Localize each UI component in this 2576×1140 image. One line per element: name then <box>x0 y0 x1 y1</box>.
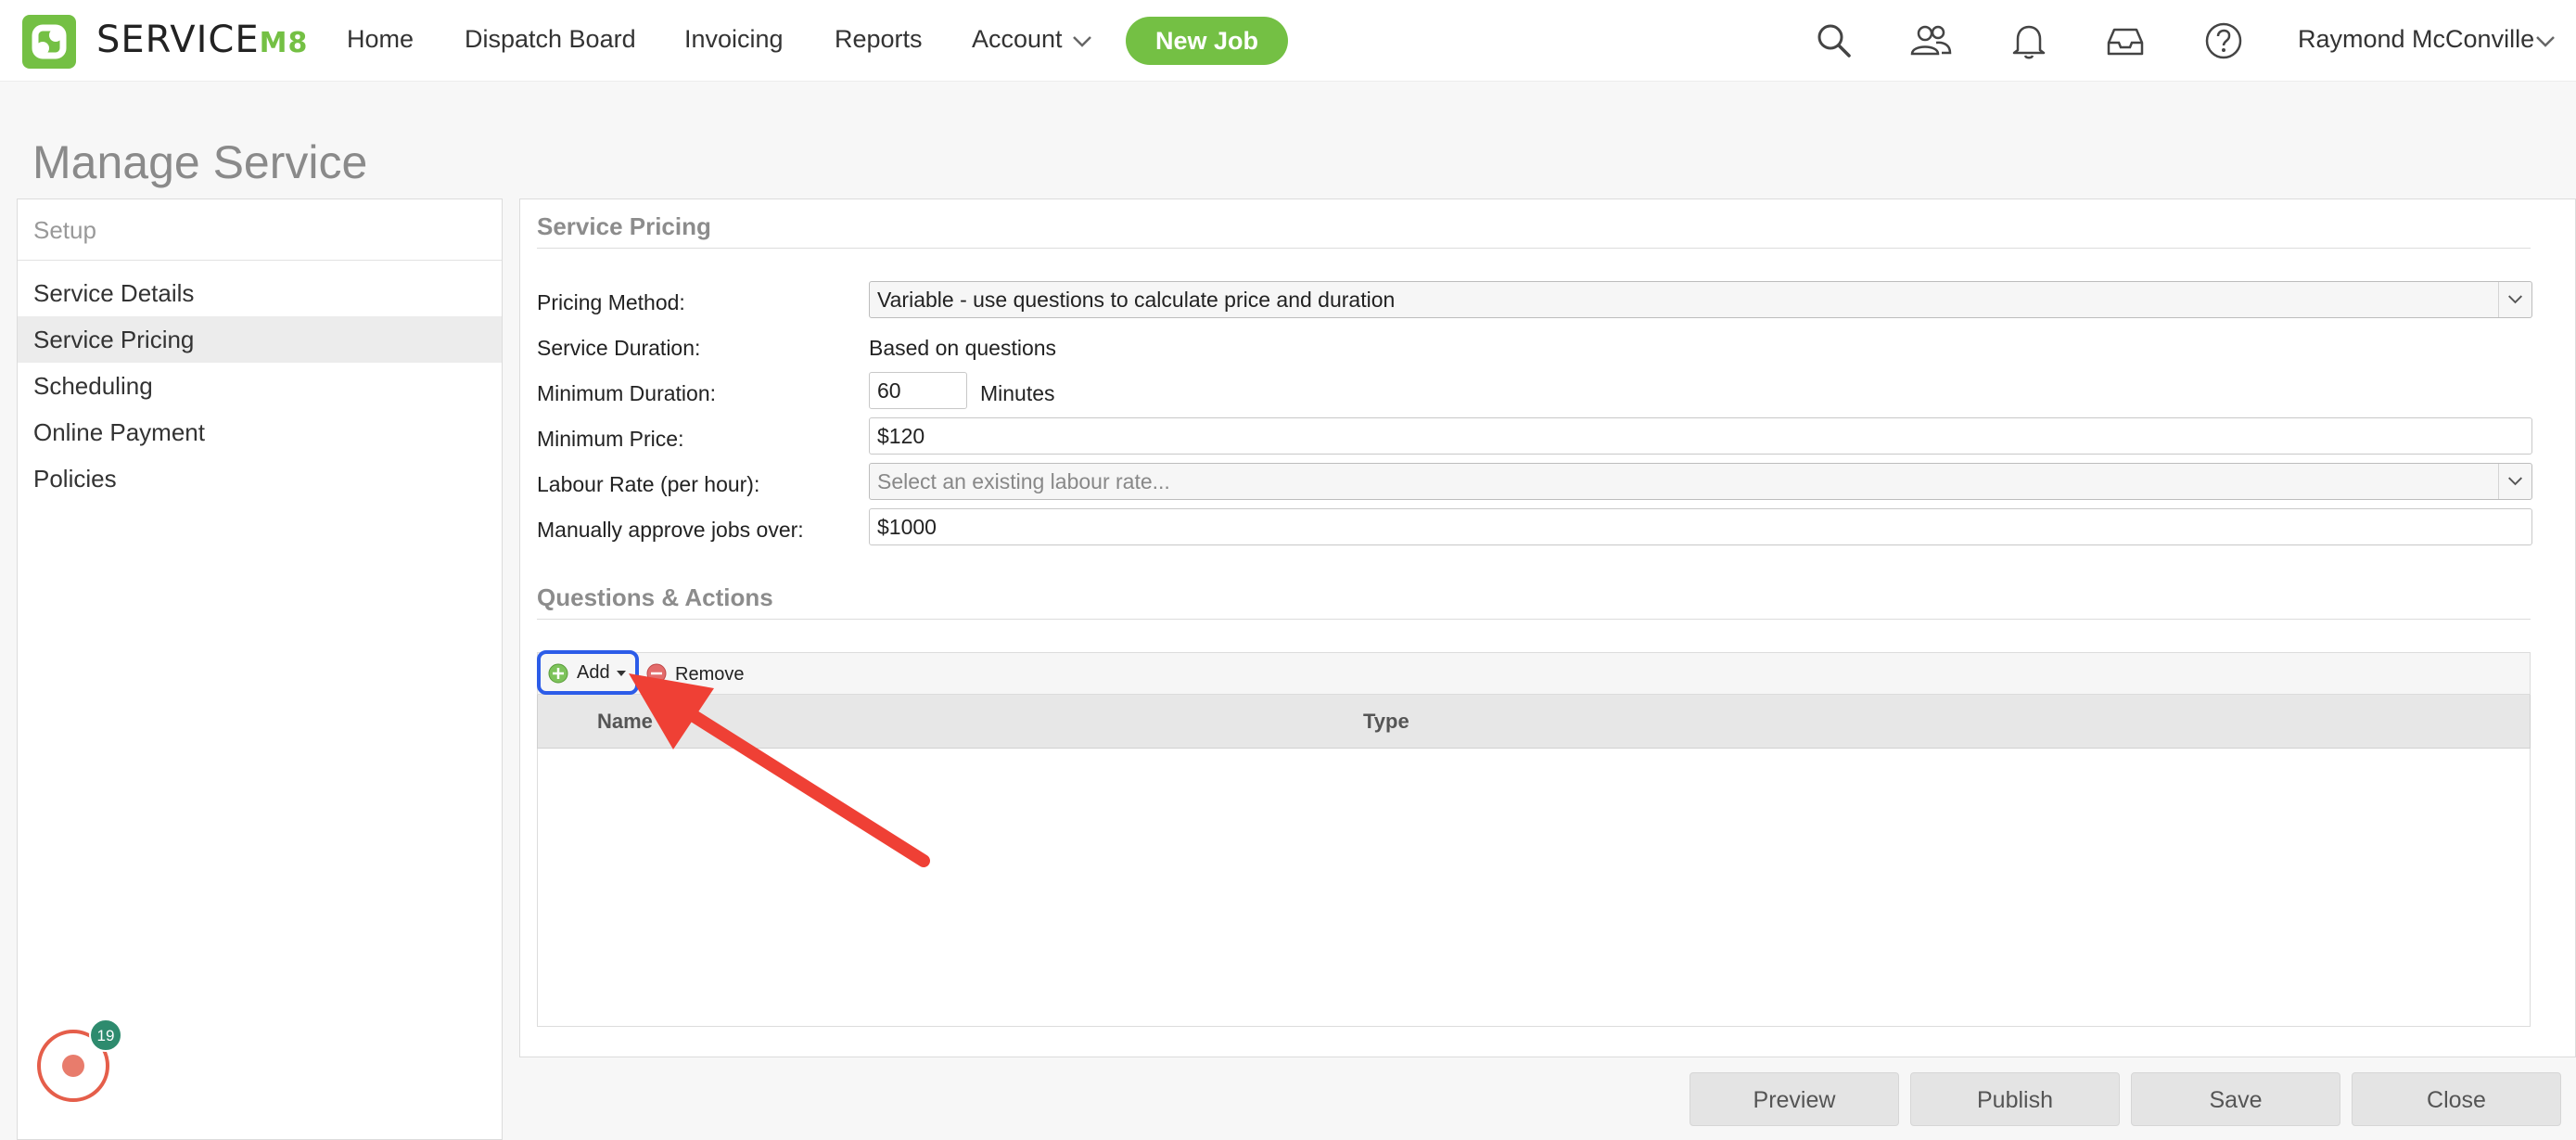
minimum-price-label: Minimum Price: <box>537 427 684 451</box>
chevron-down-icon[interactable] <box>2498 282 2531 317</box>
questions-actions-heading: Questions & Actions <box>537 583 773 611</box>
add-question-button[interactable] <box>537 650 639 695</box>
sidebar-item-scheduling[interactable]: Scheduling <box>18 363 502 409</box>
setup-sidebar: Setup Service Details Service Pricing Sc… <box>17 199 503 1140</box>
search-icon[interactable] <box>1812 19 1856 63</box>
nav-dispatch-board[interactable]: Dispatch Board <box>465 25 636 54</box>
sidebar-item-service-pricing[interactable]: Service Pricing <box>18 316 502 363</box>
bell-icon[interactable] <box>2007 19 2051 63</box>
service-duration-label: Service Duration: <box>537 336 701 360</box>
remove-circle-icon[interactable] <box>645 662 668 685</box>
save-button[interactable]: Save <box>2131 1072 2340 1126</box>
questions-toolbar: Add Remove <box>537 652 2531 695</box>
servicem8-logo-icon[interactable] <box>22 15 76 69</box>
labour-rate-select[interactable]: Select an existing labour rate... <box>869 463 2532 500</box>
user-menu[interactable]: Raymond McConville <box>2298 25 2534 54</box>
pricing-method-label: Pricing Method: <box>537 290 685 314</box>
nav-account[interactable]: Account <box>972 25 1063 54</box>
labour-rate-placeholder: Select an existing labour rate... <box>877 469 1170 493</box>
service-pricing-panel: Service Pricing Pricing Method: Variable… <box>519 199 2576 1057</box>
brand-suffix: M8 <box>259 27 309 59</box>
publish-button[interactable]: Publish <box>1910 1072 2120 1126</box>
close-button[interactable]: Close <box>2352 1072 2561 1126</box>
questions-table-header: Name Type <box>537 695 2531 749</box>
approve-jobs-label: Manually approve jobs over: <box>537 518 804 542</box>
column-header-type[interactable]: Type <box>1363 710 1409 734</box>
sidebar-item-policies[interactable]: Policies <box>18 455 502 502</box>
new-job-button[interactable]: New Job <box>1126 17 1288 65</box>
help-icon[interactable] <box>2201 19 2246 63</box>
nav-invoicing[interactable]: Invoicing <box>684 25 784 54</box>
chat-notification-badge: 19 <box>89 1018 122 1052</box>
account-chevron-down-icon[interactable] <box>1070 30 1094 54</box>
page-title: Manage Service <box>32 136 368 188</box>
preview-button[interactable]: Preview <box>1690 1072 1899 1126</box>
service-pricing-heading: Service Pricing <box>537 212 711 240</box>
minimum-duration-unit: Minutes <box>980 381 1055 405</box>
approve-jobs-input[interactable]: $1000 <box>869 508 2532 545</box>
approve-jobs-value: $1000 <box>877 515 937 539</box>
questions-table-body <box>537 749 2531 1027</box>
section-divider <box>537 619 2531 620</box>
chat-dot-icon <box>62 1055 84 1077</box>
nav-reports[interactable]: Reports <box>835 25 923 54</box>
sidebar-item-online-payment[interactable]: Online Payment <box>18 409 502 455</box>
top-navigation: SERVICEM8 Home Dispatch Board Invoicing … <box>0 0 2576 82</box>
minimum-duration-value: 60 <box>877 378 901 403</box>
inbox-icon[interactable] <box>2103 19 2148 63</box>
people-icon[interactable] <box>1908 19 1953 63</box>
column-header-name[interactable]: Name <box>597 710 653 734</box>
minimum-duration-label: Minimum Duration: <box>537 381 716 405</box>
service-duration-value: Based on questions <box>869 336 1057 360</box>
pricing-method-select[interactable]: Variable - use questions to calculate pr… <box>869 281 2532 318</box>
sidebar-heading: Setup <box>18 199 502 261</box>
remove-button-label[interactable]: Remove <box>675 664 744 685</box>
nav-home[interactable]: Home <box>347 25 414 54</box>
brand-text: SERVICE <box>96 19 260 61</box>
brand-name: SERVICEM8 <box>96 19 308 61</box>
minimum-duration-input[interactable]: 60 <box>869 372 967 409</box>
labour-rate-label: Labour Rate (per hour): <box>537 472 760 496</box>
minimum-price-input[interactable]: $120 <box>869 417 2532 455</box>
user-chevron-down-icon[interactable] <box>2533 30 2557 54</box>
minimum-price-value: $120 <box>877 424 925 448</box>
section-divider <box>537 248 2531 249</box>
pricing-method-value: Variable - use questions to calculate pr… <box>877 288 1396 312</box>
chevron-down-icon[interactable] <box>2498 464 2531 499</box>
sidebar-item-service-details[interactable]: Service Details <box>18 270 502 316</box>
